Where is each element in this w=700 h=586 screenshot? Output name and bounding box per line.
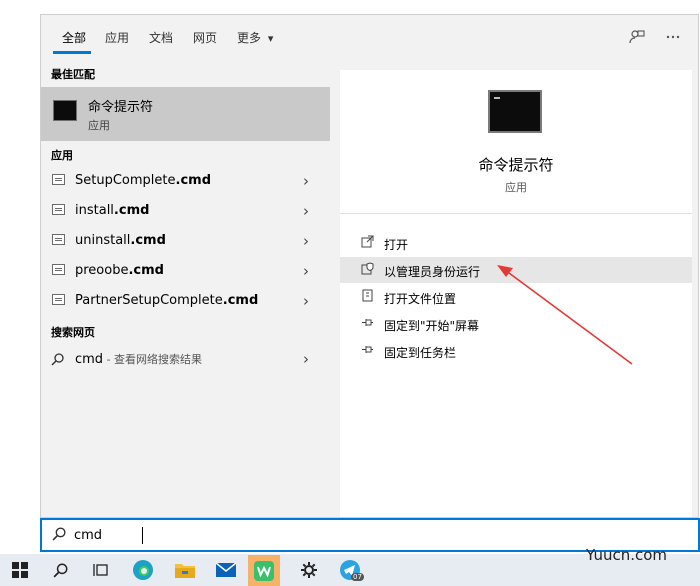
chevron-right-icon[interactable]: ›	[303, 350, 309, 368]
best-match-item[interactable]: 命令提示符 应用	[41, 87, 330, 141]
pin-icon	[360, 316, 374, 330]
pin-to-start-action[interactable]: 固定到"开始"屏幕	[340, 311, 692, 337]
list-item[interactable]: preoobe.cmd ›	[41, 256, 330, 286]
pin-to-start-label: 固定到"开始"屏幕	[384, 319, 480, 333]
tab-more[interactable]: 更多 ▾	[237, 29, 273, 46]
script-file-icon	[52, 294, 65, 305]
item-label: PartnerSetupComplete.cmd	[75, 293, 259, 308]
text-caret	[142, 527, 143, 544]
pin-to-taskbar-action[interactable]: 固定到任务栏	[340, 338, 692, 364]
chevron-right-icon[interactable]: ›	[303, 262, 309, 280]
command-prompt-icon	[53, 100, 77, 121]
open-file-location-action[interactable]: 打开文件位置	[340, 284, 692, 310]
preview-subtitle: 应用	[505, 181, 527, 194]
tab-all[interactable]: 全部	[62, 29, 86, 46]
tab-apps[interactable]: 应用	[105, 29, 129, 46]
search-icon[interactable]	[48, 557, 74, 583]
web-search-item[interactable]: cmd - 查看网络搜索结果 ›	[41, 344, 330, 374]
best-match-title: 命令提示符	[88, 100, 154, 115]
list-item[interactable]: SetupComplete.cmd ›	[41, 166, 330, 196]
apps-header: 应用	[51, 149, 73, 162]
list-item[interactable]: install.cmd ›	[41, 196, 330, 226]
feedback-icon[interactable]	[627, 27, 647, 47]
open-action[interactable]: 打开	[340, 230, 692, 256]
command-prompt-large-icon	[488, 90, 542, 133]
file-location-icon	[360, 289, 374, 303]
search-icon	[51, 351, 65, 370]
web-search-header: 搜索网页	[51, 326, 95, 339]
script-file-icon	[52, 174, 65, 185]
filter-tabs: 全部 应用 文档 网页 更多 ▾	[41, 15, 698, 59]
search-icon	[52, 526, 67, 545]
open-label: 打开	[384, 238, 409, 252]
script-file-icon	[52, 204, 65, 215]
best-match-header: 最佳匹配	[51, 68, 95, 81]
item-label: uninstall.cmd	[75, 233, 166, 248]
wps-app-icon[interactable]	[248, 555, 280, 586]
pin-to-taskbar-label: 固定到任务栏	[384, 346, 457, 360]
chevron-right-icon[interactable]: ›	[303, 202, 309, 220]
best-match-subtitle: 应用	[88, 119, 110, 132]
file-explorer-icon[interactable]	[172, 557, 198, 583]
more-options-icon[interactable]	[663, 27, 683, 47]
tab-documents[interactable]: 文档	[149, 29, 173, 46]
tab-more-label: 更多	[237, 31, 262, 45]
watermark: Yuucn.com	[586, 546, 668, 564]
item-label: preoobe.cmd	[75, 263, 164, 278]
script-file-icon	[52, 264, 65, 275]
chevron-down-icon: ▾	[267, 32, 274, 45]
search-input[interactable]	[74, 526, 574, 544]
pin-icon	[360, 343, 374, 357]
shield-icon	[360, 262, 374, 276]
chevron-right-icon[interactable]: ›	[303, 172, 309, 190]
run-as-admin-action[interactable]: 以管理员身份运行	[340, 257, 692, 283]
run-as-admin-label: 以管理员身份运行	[384, 265, 481, 279]
tab-web[interactable]: 网页	[193, 29, 217, 46]
web-search-label: cmd - 查看网络搜索结果	[75, 352, 203, 367]
list-item[interactable]: uninstall.cmd ›	[41, 226, 330, 256]
notification-badge: 07	[351, 573, 364, 581]
open-file-location-label: 打开文件位置	[384, 292, 457, 306]
edge-browser-icon[interactable]	[130, 557, 156, 583]
gear-icon[interactable]	[296, 557, 322, 583]
mail-icon[interactable]	[213, 557, 239, 583]
open-icon	[360, 235, 374, 249]
task-view-icon[interactable]	[88, 557, 114, 583]
item-label: SetupComplete.cmd	[75, 173, 211, 188]
chevron-right-icon[interactable]: ›	[303, 232, 309, 250]
list-item[interactable]: PartnerSetupComplete.cmd ›	[41, 286, 330, 316]
chevron-right-icon[interactable]: ›	[303, 292, 309, 310]
active-tab-indicator	[53, 51, 91, 54]
preview-pane: 命令提示符 应用 打开 以管理员身份运行 打开文件位置 固定到"开始"屏幕 固定…	[340, 70, 692, 517]
preview-title: 命令提示符	[478, 156, 554, 174]
start-search-panel: 全部 应用 文档 网页 更多 ▾ 最佳匹配 命令提示符 应用 应用 SetupC…	[40, 14, 699, 518]
windows-start-icon[interactable]	[7, 557, 33, 583]
script-file-icon	[52, 234, 65, 245]
telegram-icon[interactable]: 07	[337, 557, 364, 583]
item-label: install.cmd	[75, 203, 150, 218]
divider	[340, 213, 692, 214]
